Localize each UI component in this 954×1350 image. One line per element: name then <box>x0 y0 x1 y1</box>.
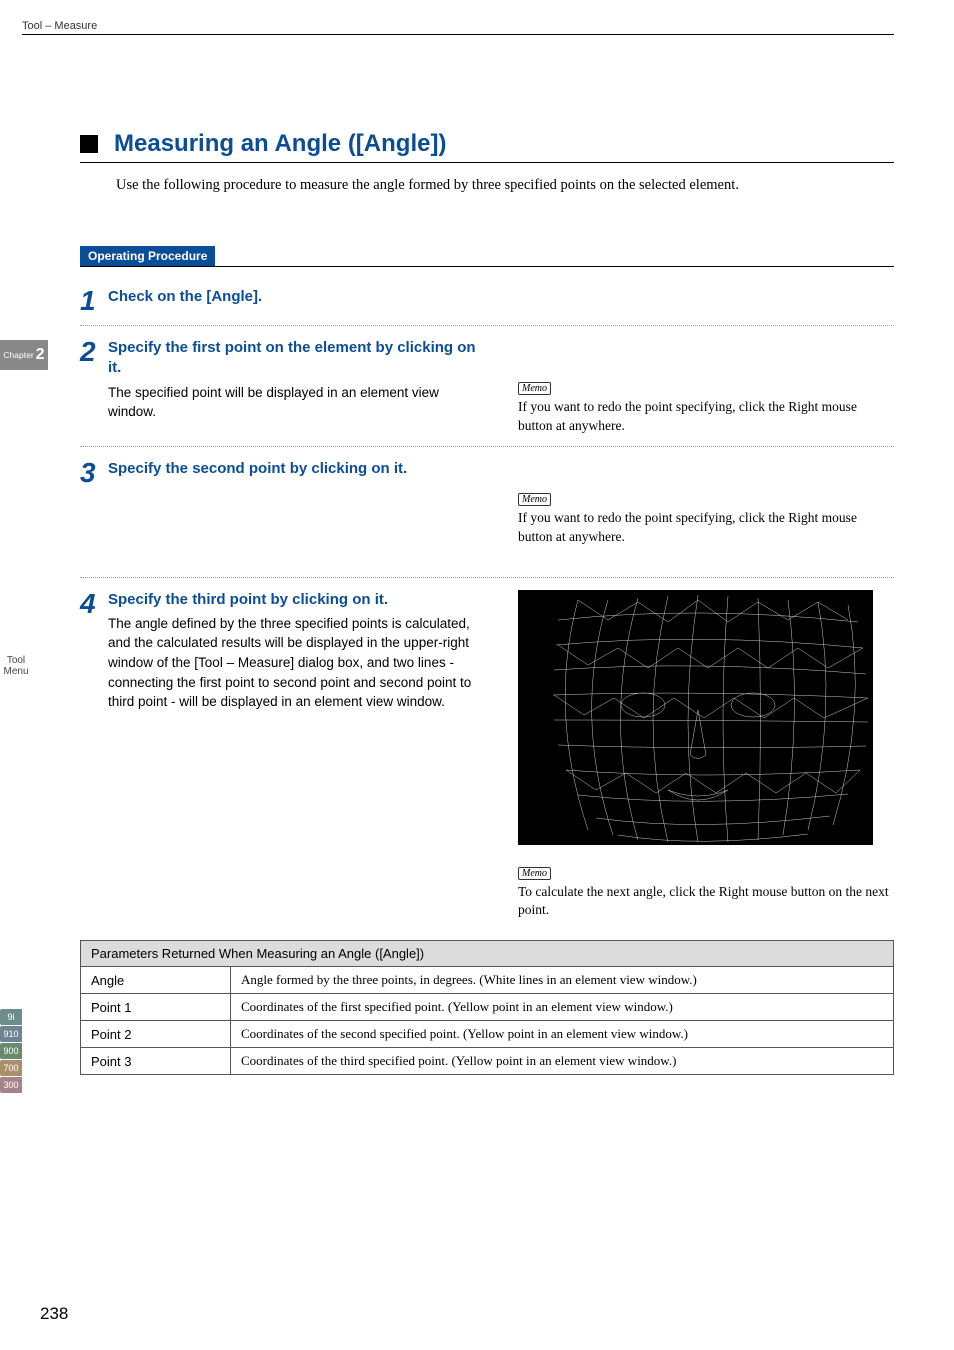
step-number: 3 <box>80 459 108 547</box>
step-divider <box>80 446 894 447</box>
section-title: Measuring an Angle ([Angle]) <box>114 130 446 158</box>
side-tab-9i: 9i <box>0 1009 22 1025</box>
step-title: Specify the first point on the element b… <box>108 338 488 379</box>
side-menu-label: Tool Menu <box>0 655 38 677</box>
memo-text: To calculate the next angle, click the R… <box>518 883 894 921</box>
step-4: 4 Specify the third point by clicking on… <box>80 590 894 921</box>
step-divider <box>80 325 894 326</box>
param-desc: Angle formed by the three points, in deg… <box>231 967 894 994</box>
side-tabs: Tool Menu 9i 910 900 700 300 <box>0 655 38 1094</box>
section-heading: Measuring an Angle ([Angle]) <box>80 130 894 163</box>
table-row: Angle Angle formed by the three points, … <box>81 967 894 994</box>
table-row: Point 1 Coordinates of the first specifi… <box>81 994 894 1021</box>
wireframe-face-image <box>518 590 873 845</box>
memo-text: If you want to redo the point specifying… <box>518 398 894 436</box>
breadcrumb: Tool – Measure <box>22 20 894 32</box>
side-tab-900: 900 <box>0 1043 22 1059</box>
parameters-table: Parameters Returned When Measuring an An… <box>80 940 894 1075</box>
side-tab-700: 700 <box>0 1060 22 1076</box>
step-number: 1 <box>80 287 108 315</box>
memo-icon: Memo <box>518 382 551 395</box>
side-tab-300: 300 <box>0 1077 22 1093</box>
chapter-tab: Chapter 2 <box>0 340 48 370</box>
param-label: Point 2 <box>81 1021 231 1048</box>
step-title: Specify the second point by clicking on … <box>108 459 488 479</box>
side-menu-line2: Menu <box>3 666 28 677</box>
side-menu-line1: Tool <box>7 655 25 666</box>
step-2: 2 Specify the first point on the element… <box>80 338 894 436</box>
step-divider <box>80 577 894 578</box>
header-rule <box>22 34 894 35</box>
param-label: Angle <box>81 967 231 994</box>
steps-list: 1 Check on the [Angle]. 2 Specify the fi… <box>80 287 894 920</box>
step-title: Specify the third point by clicking on i… <box>108 590 488 610</box>
chapter-number: 2 <box>36 346 45 364</box>
operating-procedure-rule <box>80 266 894 267</box>
chapter-label: Chapter <box>3 350 33 360</box>
section-bullet-icon <box>80 135 98 153</box>
param-label: Point 1 <box>81 994 231 1021</box>
param-desc: Coordinates of the first specified point… <box>231 994 894 1021</box>
step-number: 4 <box>80 590 108 921</box>
step-3: 3 Specify the second point by clicking o… <box>80 459 894 547</box>
memo-text: If you want to redo the point specifying… <box>518 509 894 547</box>
param-desc: Coordinates of the second specified poin… <box>231 1021 894 1048</box>
operating-procedure-label: Operating Procedure <box>80 246 215 266</box>
param-label: Point 3 <box>81 1048 231 1075</box>
step-number: 2 <box>80 338 108 436</box>
param-desc: Coordinates of the third specified point… <box>231 1048 894 1075</box>
memo-icon: Memo <box>518 867 551 880</box>
step-title: Check on the [Angle]. <box>108 287 488 307</box>
step-text: The angle defined by the three specified… <box>108 614 488 712</box>
table-row: Point 2 Coordinates of the second specif… <box>81 1021 894 1048</box>
intro-text: Use the following procedure to measure t… <box>116 175 894 196</box>
table-row: Point 3 Coordinates of the third specifi… <box>81 1048 894 1075</box>
table-header: Parameters Returned When Measuring an An… <box>81 941 894 967</box>
step-1: 1 Check on the [Angle]. <box>80 287 894 315</box>
memo-icon: Memo <box>518 493 551 506</box>
step-text: The specified point will be displayed in… <box>108 383 488 422</box>
page-number: 238 <box>40 1304 68 1324</box>
side-tab-910: 910 <box>0 1026 22 1042</box>
